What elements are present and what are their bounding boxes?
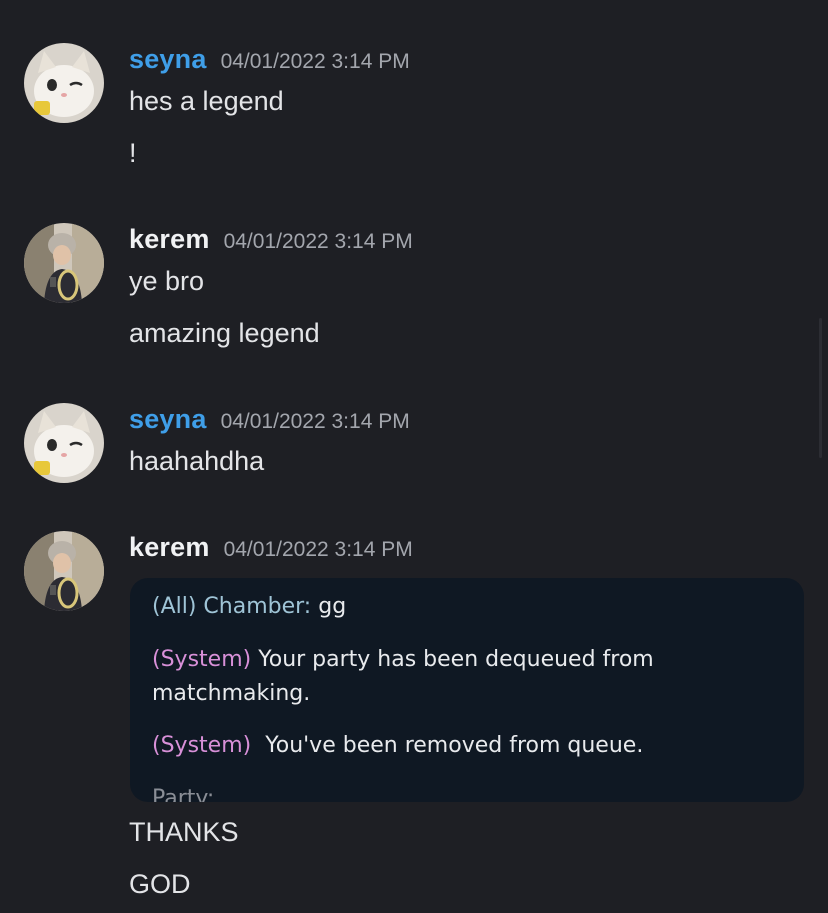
chat-tag: (System) [152, 647, 252, 672]
cat-avatar-icon[interactable] [24, 403, 104, 483]
image-attachment[interactable]: (All) Chamber: gg (System) Your party ha… [130, 578, 804, 802]
message-header: kerem 04/01/2022 3:14 PM [129, 224, 413, 255]
person-avatar-icon[interactable] [24, 531, 104, 611]
game-chat-line: (All) Chamber: gg [152, 594, 346, 619]
message-text: ye bro [129, 266, 205, 296]
chat-text: Your party has been dequeued from [258, 647, 654, 672]
message-header: seyna 04/01/2022 3:14 PM [129, 44, 410, 75]
message-text: ! [129, 138, 137, 168]
message-text: haahahdha [129, 446, 265, 476]
timestamp: 04/01/2022 3:14 PM [223, 538, 413, 561]
username[interactable]: seyna [129, 44, 207, 74]
game-chat-line: Party: [152, 786, 214, 802]
chat-tag: (System) [152, 733, 252, 758]
message-text: hes a legend [129, 86, 284, 116]
chat-tag: Party: [152, 786, 215, 802]
message-header: kerem 04/01/2022 3:14 PM [129, 532, 413, 563]
message-text: THANKS [129, 817, 239, 847]
username[interactable]: seyna [129, 404, 207, 434]
chat-text: You've been removed from queue. [265, 733, 644, 758]
game-chat-line: (System) You've been removed from queue. [152, 733, 643, 758]
chat-text: matchmaking. [152, 681, 311, 706]
timestamp: 04/01/2022 3:14 PM [220, 410, 410, 433]
username[interactable]: kerem [129, 224, 210, 254]
game-chat-line: (System) Your party has been dequeued fr… [152, 647, 654, 672]
username[interactable]: kerem [129, 532, 210, 562]
message-header: seyna 04/01/2022 3:14 PM [129, 404, 410, 435]
game-chat-line: matchmaking. [152, 681, 310, 706]
timestamp: 04/01/2022 3:14 PM [223, 230, 413, 253]
message-text: amazing legend [129, 318, 320, 348]
chat-text: gg [311, 594, 347, 619]
message-text: GOD [129, 869, 191, 899]
chat-tag: (All) Chamber: [152, 594, 312, 619]
scrollbar-thumb[interactable] [819, 318, 822, 458]
person-avatar-icon[interactable] [24, 223, 104, 303]
cat-avatar-icon[interactable] [24, 43, 104, 123]
timestamp: 04/01/2022 3:14 PM [220, 50, 410, 73]
